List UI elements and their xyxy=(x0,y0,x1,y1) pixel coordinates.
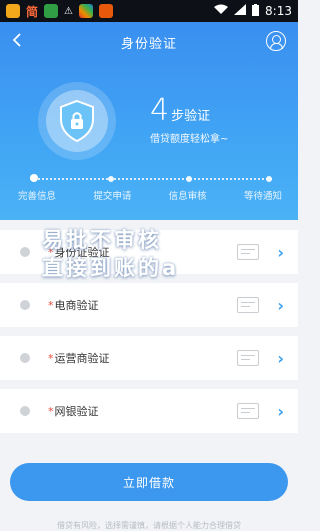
verification-header: 身份验证 4 步验证 借贷额度轻松拿~ 完善信息 提交申请 信息审核 等待通知 xyxy=(0,22,298,220)
page-title: 身份验证 xyxy=(120,36,177,52)
footer-disclaimer: 借贷有风险，选择需谨慎，请根据个人能力合理借贷 xyxy=(57,521,241,530)
shield-badge xyxy=(38,82,116,160)
status-right: 8:13 xyxy=(214,3,292,19)
wifi-icon xyxy=(214,4,229,18)
radio-indicator xyxy=(20,247,30,257)
step-label-3: 信息审核 xyxy=(168,191,207,202)
verify-item-ecommerce[interactable]: *电商验证 › xyxy=(0,283,298,327)
progress-dots xyxy=(30,178,272,180)
step-label-2: 提交申请 xyxy=(93,191,132,202)
back-icon[interactable] xyxy=(12,32,22,52)
status-icons: 简 ⚠ xyxy=(6,3,113,20)
borrow-now-button[interactable]: 立即借款 xyxy=(10,463,288,501)
chevron-right-icon: › xyxy=(277,295,284,315)
progress-node xyxy=(266,176,272,182)
step-subtitle: 借贷额度轻松拿~ xyxy=(150,134,229,145)
progress-track xyxy=(0,173,298,185)
notification-app-label: 简 xyxy=(26,4,39,19)
signal-icon xyxy=(234,4,247,18)
notification-app-icon xyxy=(44,4,59,18)
step-heading: 4 步验证 xyxy=(150,96,228,126)
step-label: 步验证 xyxy=(171,109,211,124)
progress-node xyxy=(30,174,38,182)
document-icon xyxy=(237,350,260,366)
radio-indicator xyxy=(20,406,30,416)
chevron-right-icon: › xyxy=(277,401,284,421)
item-label: *网银验证 xyxy=(48,405,99,418)
cart-icon xyxy=(237,297,260,313)
item-label: *运营商验证 xyxy=(48,352,110,365)
verification-list: *身份证验证 › *电商验证 › *运营商验证 › *网银验证 › xyxy=(0,230,298,442)
shield-badge-inner xyxy=(46,90,108,152)
battery-icon xyxy=(252,3,260,19)
shield-lock-icon xyxy=(60,99,94,143)
step-count: 4 xyxy=(150,93,170,128)
verify-item-id-card[interactable]: *身份证验证 › xyxy=(0,230,298,274)
notification-app-icon xyxy=(98,4,113,18)
step-labels: 完善信息 提交申请 信息审核 等待通知 xyxy=(0,188,298,202)
step-summary: 4 步验证 借贷额度轻松拿~ xyxy=(150,96,229,146)
item-label: *电商验证 xyxy=(48,299,99,312)
bank-card-icon xyxy=(237,403,260,419)
chevron-right-icon: › xyxy=(277,242,284,262)
notification-app-icon xyxy=(6,4,20,18)
warning-icon: ⚠ xyxy=(64,5,73,17)
item-label: *身份证验证 xyxy=(48,246,110,259)
user-icon[interactable] xyxy=(266,31,286,51)
verify-item-online-bank[interactable]: *网银验证 › xyxy=(0,389,298,433)
nav-bar: 身份验证 xyxy=(0,22,298,62)
progress-node xyxy=(186,176,192,182)
status-bar: 简 ⚠ 8:13 xyxy=(0,0,298,22)
notification-app-icon xyxy=(78,4,93,18)
radio-indicator xyxy=(20,300,30,310)
step-label-4: 等待通知 xyxy=(243,191,282,202)
verify-item-carrier[interactable]: *运营商验证 › xyxy=(0,336,298,380)
status-time: 8:13 xyxy=(265,4,292,18)
radio-indicator xyxy=(20,353,30,363)
chevron-right-icon: › xyxy=(277,348,284,368)
progress-node xyxy=(108,176,114,182)
id-card-icon xyxy=(237,244,260,260)
step-label-1: 完善信息 xyxy=(18,191,57,202)
